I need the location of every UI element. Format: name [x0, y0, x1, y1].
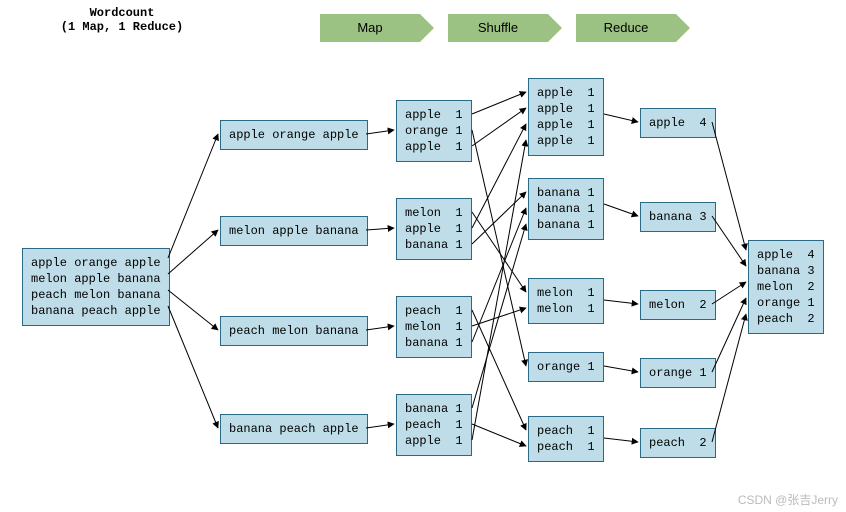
- stage-map: Map: [320, 14, 420, 42]
- split-row-3: banana peach apple: [220, 414, 368, 444]
- input-box: apple orange apple melon apple banana pe…: [22, 248, 170, 326]
- reduce-peach: peach 2: [640, 428, 716, 458]
- map-row-2: peach 1 melon 1 banana 1: [396, 296, 472, 358]
- output-box: apple 4 banana 3 melon 2 orange 1 peach …: [748, 240, 824, 334]
- reduce-melon: melon 2: [640, 290, 716, 320]
- split-row-0: apple orange apple: [220, 120, 368, 150]
- reduce-orange: orange 1: [640, 358, 716, 388]
- reduce-banana: banana 3: [640, 202, 716, 232]
- map-row-3: banana 1 peach 1 apple 1: [396, 394, 472, 456]
- shuffle-apple: apple 1 apple 1 apple 1 apple 1: [528, 78, 604, 156]
- map-row-0: apple 1 orange 1 apple 1: [396, 100, 472, 162]
- shuffle-melon: melon 1 melon 1: [528, 278, 604, 324]
- page-title: Wordcount (1 Map, 1 Reduce): [22, 6, 222, 34]
- stage-reduce: Reduce: [576, 14, 676, 42]
- shuffle-orange: orange 1: [528, 352, 604, 382]
- split-row-1: melon apple banana: [220, 216, 368, 246]
- shuffle-peach: peach 1 peach 1: [528, 416, 604, 462]
- split-row-2: peach melon banana: [220, 316, 368, 346]
- watermark: CSDN @张吉Jerry: [738, 491, 838, 508]
- stage-shuffle: Shuffle: [448, 14, 548, 42]
- reduce-apple: apple 4: [640, 108, 716, 138]
- map-row-1: melon 1 apple 1 banana 1: [396, 198, 472, 260]
- shuffle-banana: banana 1 banana 1 banana 1: [528, 178, 604, 240]
